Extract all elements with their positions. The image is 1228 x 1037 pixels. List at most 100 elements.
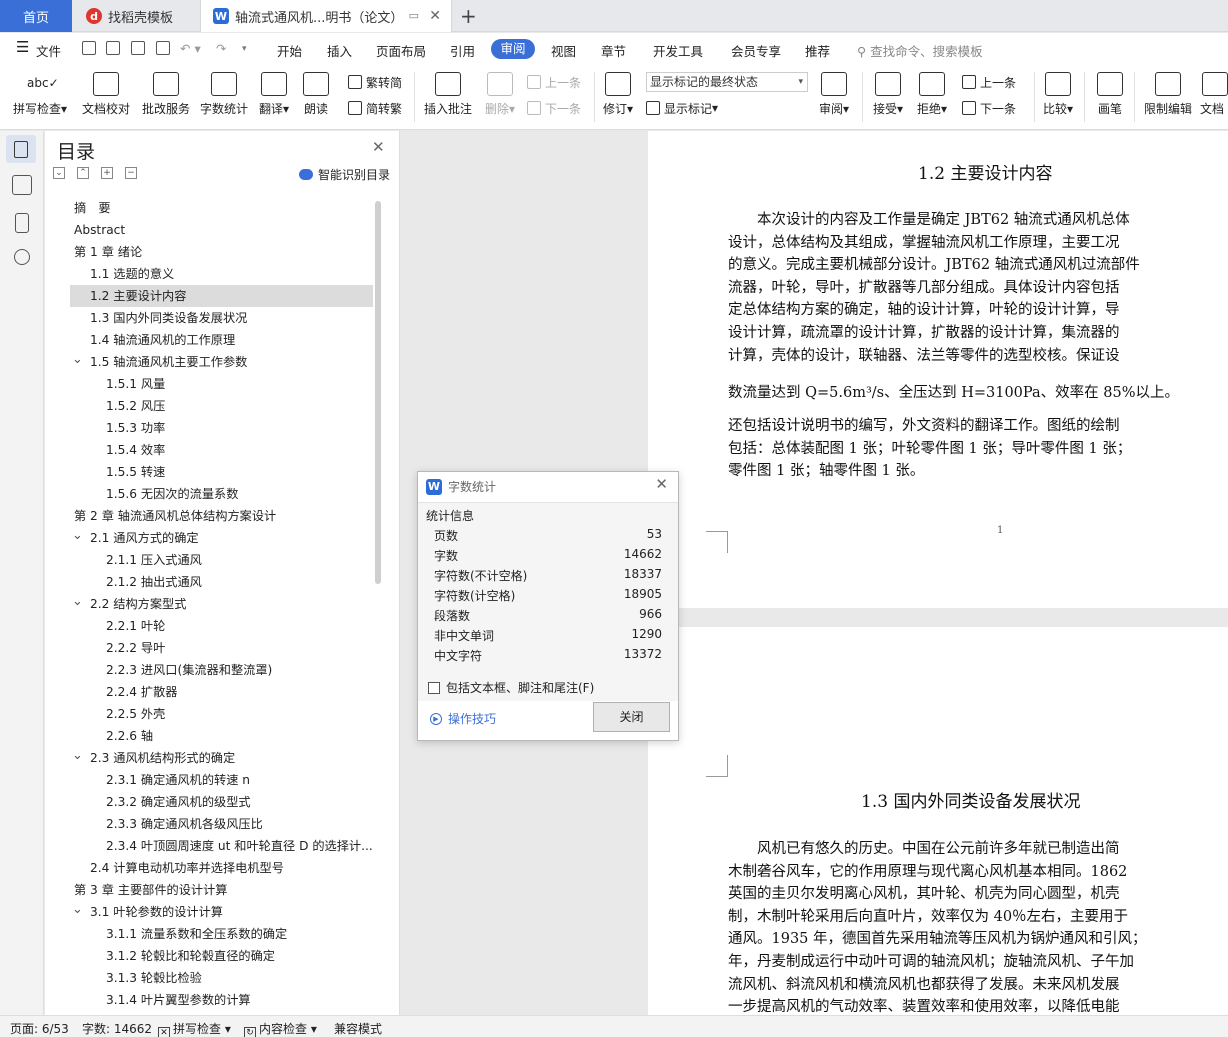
menu-file[interactable]: 文件 <box>36 41 61 60</box>
reject-button[interactable]: 拒绝▾ <box>912 70 952 126</box>
toc-item[interactable]: 2.4 计算电动机功率并选择电机型号 <box>70 857 373 879</box>
add-heading-icon[interactable]: + <box>101 167 113 179</box>
menu-chapter[interactable]: 章节 <box>601 41 626 60</box>
print-preview-icon[interactable] <box>156 41 170 55</box>
window-icon[interactable]: ▭ <box>409 9 419 22</box>
toc-item[interactable]: ⌄第 1 章 绪论 <box>70 241 373 263</box>
delete-comment-button[interactable]: 删除▾ <box>480 70 520 126</box>
compare-button[interactable]: 比较▾ <box>1038 70 1078 126</box>
toc-item[interactable]: 3.1.3 轮毂比检验 <box>70 967 373 989</box>
close-button[interactable]: 关闭 <box>593 702 670 732</box>
print-icon[interactable] <box>131 41 145 55</box>
doc-proofread-button[interactable]: 文档校对 <box>78 70 134 126</box>
toc-item[interactable]: 1.5.3 功率 <box>70 417 373 439</box>
doc-permission-button[interactable]: 文档 <box>1200 70 1228 126</box>
toc-item[interactable]: 1.5.2 风压 <box>70 395 373 417</box>
toc-item[interactable]: ⌄第 2 章 轴流通风机总体结构方案设计 <box>70 505 373 527</box>
read-aloud-button[interactable]: 朗读 <box>298 70 334 126</box>
translate-button[interactable]: 翻译▾ <box>254 70 294 126</box>
document-page[interactable]: 1.3 国内外同类设备发展状况 风机已有悠久的历史。中国在公元前许多年就已制造出… <box>648 627 1228 1015</box>
markup-state-select[interactable]: 显示标记的最终状态 ▾ <box>646 72 808 92</box>
word-count-indicator[interactable]: 字数: 14662 <box>82 1020 152 1037</box>
toc-item[interactable]: 摘 要 <box>70 197 373 219</box>
menu-review[interactable]: 审阅 <box>491 39 535 59</box>
review-pane-button[interactable]: 审阅▾ <box>814 70 854 126</box>
next-comment-button[interactable]: 下一条 <box>527 98 581 118</box>
toc-item[interactable]: 2.2.2 导叶 <box>70 637 373 659</box>
collapse-all-icon[interactable]: ⌄ <box>53 167 65 179</box>
spell-check-button[interactable]: abc✓ 拼写检查▾ <box>8 70 72 126</box>
toc-item[interactable]: 3.1.2 轮毂比和轮毂直径的确定 <box>70 945 373 967</box>
insert-comment-button[interactable]: 插入批注 <box>420 70 476 126</box>
chevron-down-icon[interactable]: ⌄ <box>72 527 83 547</box>
batch-service-button[interactable]: 批改服务 <box>138 70 194 126</box>
expand-up-icon[interactable]: ⌃ <box>77 167 89 179</box>
smart-toc-button[interactable]: 智能识别目录 <box>299 166 390 183</box>
toc-item[interactable]: 3.1.4 叶片翼型参数的计算 <box>70 989 373 1011</box>
search-command-box[interactable]: ⚲ 查找命令、搜索模板 <box>857 41 983 60</box>
next-change-button[interactable]: 下一条 <box>962 98 1016 118</box>
redo-icon[interactable]: ↷ <box>216 41 226 56</box>
document-page[interactable]: 1.2 主要设计内容 本次设计的内容及工作量是确定 JBT62 轴流式通风机总体… <box>648 131 1228 608</box>
close-icon[interactable]: ✕ <box>372 138 385 156</box>
toc-scrollbar[interactable] <box>375 201 381 584</box>
toc-item[interactable]: ⌄第 3 章 主要部件的设计计算 <box>70 879 373 901</box>
prev-comment-button[interactable]: 上一条 <box>527 72 581 92</box>
toc-item[interactable]: 2.3.3 确定通风机各级风压比 <box>70 813 373 835</box>
chevron-down-icon[interactable]: ⌄ <box>72 351 83 371</box>
quick-access-more-icon[interactable]: ▾ <box>242 44 247 54</box>
toc-item[interactable]: 2.2.1 叶轮 <box>70 615 373 637</box>
prev-change-button[interactable]: 上一条 <box>962 72 1016 92</box>
remove-heading-icon[interactable]: − <box>125 167 137 179</box>
toc-item[interactable]: ⌄ 2.3 通风机结构形式的确定 <box>70 747 373 769</box>
accept-button[interactable]: 接受▾ <box>868 70 908 126</box>
toc-item[interactable]: ⌄ 3.1 叶轮参数的设计计算 <box>70 901 373 923</box>
toc-item[interactable]: 2.3.1 确定通风机的转速 n <box>70 769 373 791</box>
toc-nav-icon[interactable] <box>6 135 36 163</box>
toc-item[interactable]: 1.4 轴流通风机的工作原理 <box>70 329 373 351</box>
toc-item[interactable]: 2.3.2 确定通风机的级型式 <box>70 791 373 813</box>
menu-developer[interactable]: 开发工具 <box>653 41 703 60</box>
tab-home[interactable]: 首页 <box>0 0 72 32</box>
tab-document[interactable]: W 轴流式通风机...明书（论文） ▭ ✕ <box>200 0 452 32</box>
toc-item[interactable]: 2.1.2 抽出式通风 <box>70 571 373 593</box>
close-icon[interactable]: ✕ <box>655 475 668 493</box>
include-textbox-checkbox[interactable]: 包括文本框、脚注和尾注(F) <box>428 679 594 696</box>
tab-template[interactable]: d 找稻壳模板 <box>74 0 198 32</box>
menu-page-layout[interactable]: 页面布局 <box>376 41 426 60</box>
toc-item[interactable]: ⌄ 2.2 结构方案型式 <box>70 593 373 615</box>
toc-item[interactable]: 2.1.1 压入式通风 <box>70 549 373 571</box>
menu-start[interactable]: 开始 <box>277 41 302 60</box>
show-markup-button[interactable]: 显示标记 ▾ <box>646 98 718 118</box>
export-icon[interactable] <box>106 41 120 55</box>
traditional-to-simplified-button[interactable]: 繁转简 <box>348 72 402 92</box>
toc-item[interactable]: 1.3 国内外同类设备发展状况 <box>70 307 373 329</box>
page-indicator[interactable]: 页面: 6/53 <box>10 1020 69 1037</box>
menu-recommend[interactable]: 推荐 <box>805 41 830 60</box>
toc-item[interactable]: ⌄ 1.5 轴流通风机主要工作参数 <box>70 351 373 373</box>
menu-references[interactable]: 引用 <box>450 41 475 60</box>
menu-insert[interactable]: 插入 <box>327 41 352 60</box>
menu-member[interactable]: 会员专享 <box>731 41 781 60</box>
pen-button[interactable]: 画笔 <box>1092 70 1128 126</box>
search-icon[interactable] <box>14 249 30 265</box>
track-changes-button[interactable]: 修订▾ <box>598 70 638 126</box>
toc-item[interactable]: Abstract <box>70 219 373 241</box>
toc-item[interactable]: 2.2.5 外壳 <box>70 703 373 725</box>
undo-icon[interactable]: ↶ ▾ <box>180 41 201 56</box>
toc-item[interactable]: ⌄ 2.1 通风方式的确定 <box>70 527 373 549</box>
content-check-toggle[interactable]: ↻ 内容检查 ▾ <box>244 1020 317 1037</box>
toc-item[interactable]: 1.5.5 转速 <box>70 461 373 483</box>
toc-item[interactable]: 2.2.4 扩散器 <box>70 681 373 703</box>
toc-item[interactable]: 3.1.1 流量系数和全压系数的确定 <box>70 923 373 945</box>
hamburger-icon[interactable]: ☰ <box>16 38 29 56</box>
toc-item[interactable]: 1.5.1 风量 <box>70 373 373 395</box>
close-tab-icon[interactable]: ✕ <box>429 8 441 24</box>
save-icon[interactable] <box>82 41 96 55</box>
restrict-edit-button[interactable]: 限制编辑 <box>1140 70 1196 126</box>
toc-item[interactable]: 2.2.3 进风口(集流器和整流罩) <box>70 659 373 681</box>
toc-item[interactable]: 2.2.6 轴 <box>70 725 373 747</box>
chevron-down-icon[interactable]: ⌄ <box>72 593 83 613</box>
word-count-button[interactable]: 字数统计 <box>196 70 252 126</box>
toc-item[interactable]: 2.3.4 叶顶圆周速度 ut 和叶轮直径 D 的选择计... <box>70 835 373 857</box>
